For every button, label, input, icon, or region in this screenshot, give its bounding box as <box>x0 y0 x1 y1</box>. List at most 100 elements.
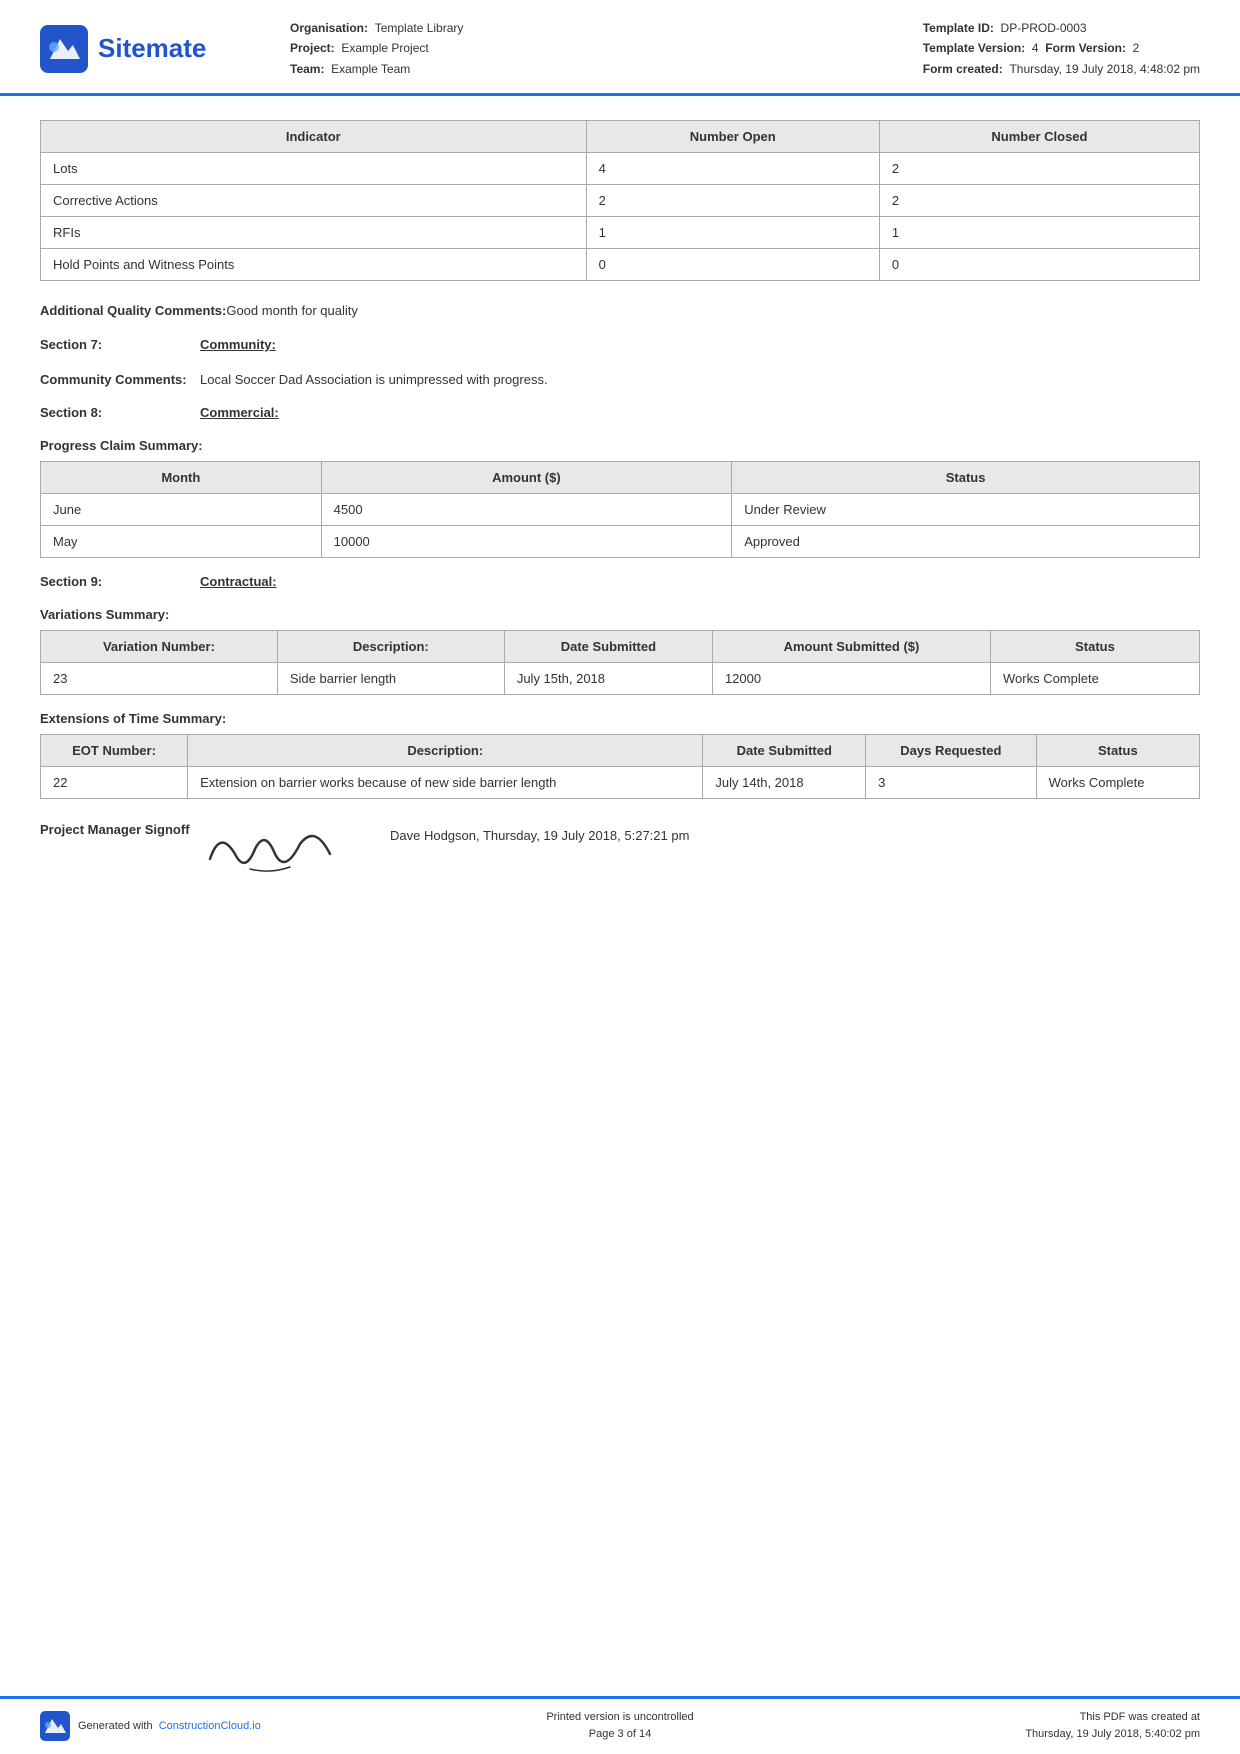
template-id-label: Template ID: <box>923 21 994 35</box>
project-line: Project: Example Project <box>290 38 463 58</box>
col-header: EOT Number: <box>41 735 188 767</box>
signoff-section: Project Manager Signoff Dave Hodgson, Th… <box>40 819 1200 887</box>
section7-heading: Section 7: Community: <box>40 337 1200 352</box>
main-content: Indicator Number Open Number Closed Lots… <box>0 96 1240 1696</box>
number-closed-cell: 2 <box>879 185 1199 217</box>
indicator-cell: RFIs <box>41 217 587 249</box>
month-cell: May <box>41 526 322 558</box>
team-value: Example Team <box>331 62 410 76</box>
amount-cell: 10000 <box>321 526 732 558</box>
number-open-cell: 2 <box>586 185 879 217</box>
month-col-header: Month <box>41 462 322 494</box>
section9-title: Contractual: <box>200 574 277 589</box>
footer-logo-icon <box>40 1711 70 1741</box>
number-open-col-header: Number Open <box>586 121 879 153</box>
header-meta-left: Organisation: Template Library Project: … <box>290 18 463 79</box>
progress-claim-heading: Progress Claim Summary: <box>40 438 1200 453</box>
generated-text: Generated with <box>78 1720 153 1732</box>
variations-table: Variation Number:Description:Date Submit… <box>40 630 1200 695</box>
footer-right: This PDF was created at Thursday, 19 Jul… <box>920 1709 1200 1744</box>
status-cell: Under Review <box>732 494 1200 526</box>
footer-pdf-created-label: This PDF was created at <box>920 1709 1200 1727</box>
number-open-cell: 0 <box>586 249 879 281</box>
template-version-value: 4 <box>1032 41 1039 55</box>
footer-page: Page 3 of 14 <box>320 1726 920 1744</box>
section8-heading: Section 8: Commercial: <box>40 405 1200 420</box>
table-cell: 3 <box>866 767 1037 799</box>
indicator-cell: Lots <box>41 153 587 185</box>
template-version-label: Template Version: <box>923 41 1025 55</box>
section8-title: Commercial: <box>200 405 279 420</box>
table-row: June4500Under Review <box>41 494 1200 526</box>
table-cell: 12000 <box>712 663 990 695</box>
team-label: Team: <box>290 62 324 76</box>
community-value: Local Soccer Dad Association is unimpres… <box>200 370 548 390</box>
org-line: Organisation: Template Library <box>290 18 463 38</box>
table-cell: 23 <box>41 663 278 695</box>
table-cell: July 14th, 2018 <box>703 767 866 799</box>
number-open-cell: 4 <box>586 153 879 185</box>
quality-comments-section: Additional Quality Comments: Good month … <box>40 301 1200 321</box>
number-open-cell: 1 <box>586 217 879 249</box>
table-cell: Works Complete <box>1036 767 1199 799</box>
col-header: Date Submitted <box>703 735 866 767</box>
table-cell: Extension on barrier works because of ne… <box>188 767 703 799</box>
col-header: Date Submitted <box>504 631 712 663</box>
col-header: Days Requested <box>866 735 1037 767</box>
signature-svg <box>200 819 350 879</box>
template-id-value: DP-PROD-0003 <box>1001 21 1087 35</box>
header-meta: Organisation: Template Library Project: … <box>260 18 1200 79</box>
project-label: Project: <box>290 41 335 55</box>
progress-claim-table: Month Amount ($) Status June4500Under Re… <box>40 461 1200 558</box>
table-row: 22Extension on barrier works because of … <box>41 767 1200 799</box>
indicator-table: Indicator Number Open Number Closed Lots… <box>40 120 1200 281</box>
logo-text: Sitemate <box>98 33 206 64</box>
indicator-cell: Corrective Actions <box>41 185 587 217</box>
logo-area: Sitemate <box>40 25 260 73</box>
community-label: Community Comments: <box>40 370 200 390</box>
variations-heading: Variations Summary: <box>40 607 1200 622</box>
sitemate-logo-icon <box>40 25 88 73</box>
template-id-line: Template ID: DP-PROD-0003 <box>923 18 1200 38</box>
col-header: Status <box>990 631 1199 663</box>
section9-label: Section 9: <box>40 574 200 589</box>
form-version-label: Form Version: <box>1045 41 1126 55</box>
number-closed-cell: 0 <box>879 249 1199 281</box>
table-row: May10000Approved <box>41 526 1200 558</box>
org-value: Template Library <box>375 21 464 35</box>
table-cell: 22 <box>41 767 188 799</box>
org-label: Organisation: <box>290 21 368 35</box>
col-header: Status <box>1036 735 1199 767</box>
table-row: 23Side barrier lengthJuly 15th, 20181200… <box>41 663 1200 695</box>
eot-table: EOT Number:Description:Date SubmittedDay… <box>40 734 1200 799</box>
quality-label: Additional Quality Comments: <box>40 301 226 321</box>
table-cell: Works Complete <box>990 663 1199 695</box>
team-line: Team: Example Team <box>290 59 463 79</box>
header-meta-right: Template ID: DP-PROD-0003 Template Versi… <box>923 18 1200 79</box>
col-header: Description: <box>188 735 703 767</box>
page: Sitemate Organisation: Template Library … <box>0 0 1240 1754</box>
table-row: Lots42 <box>41 153 1200 185</box>
footer: Generated with ConstructionCloud.io Prin… <box>0 1696 1240 1754</box>
table-cell: July 15th, 2018 <box>504 663 712 695</box>
status-cell: Approved <box>732 526 1200 558</box>
project-value: Example Project <box>341 41 428 55</box>
construction-cloud-link[interactable]: ConstructionCloud.io <box>159 1720 261 1732</box>
signoff-signature <box>200 819 360 887</box>
signoff-label: Project Manager Signoff <box>40 819 200 841</box>
form-created-value: Thursday, 19 July 2018, 4:48:02 pm <box>1009 62 1200 76</box>
table-row: RFIs11 <box>41 217 1200 249</box>
amount-cell: 4500 <box>321 494 732 526</box>
section9-heading: Section 9: Contractual: <box>40 574 1200 589</box>
header: Sitemate Organisation: Template Library … <box>0 0 1240 96</box>
section7-label: Section 7: <box>40 337 200 352</box>
signoff-value: Dave Hodgson, Thursday, 19 July 2018, 5:… <box>390 819 689 847</box>
status-col-header: Status <box>732 462 1200 494</box>
section8-label: Section 8: <box>40 405 200 420</box>
form-created-line: Form created: Thursday, 19 July 2018, 4:… <box>923 59 1200 79</box>
number-closed-cell: 2 <box>879 153 1199 185</box>
footer-center: Printed version is uncontrolled Page 3 o… <box>320 1709 920 1744</box>
amount-col-header: Amount ($) <box>321 462 732 494</box>
table-cell: Side barrier length <box>277 663 504 695</box>
section7-title: Community: <box>200 337 276 352</box>
